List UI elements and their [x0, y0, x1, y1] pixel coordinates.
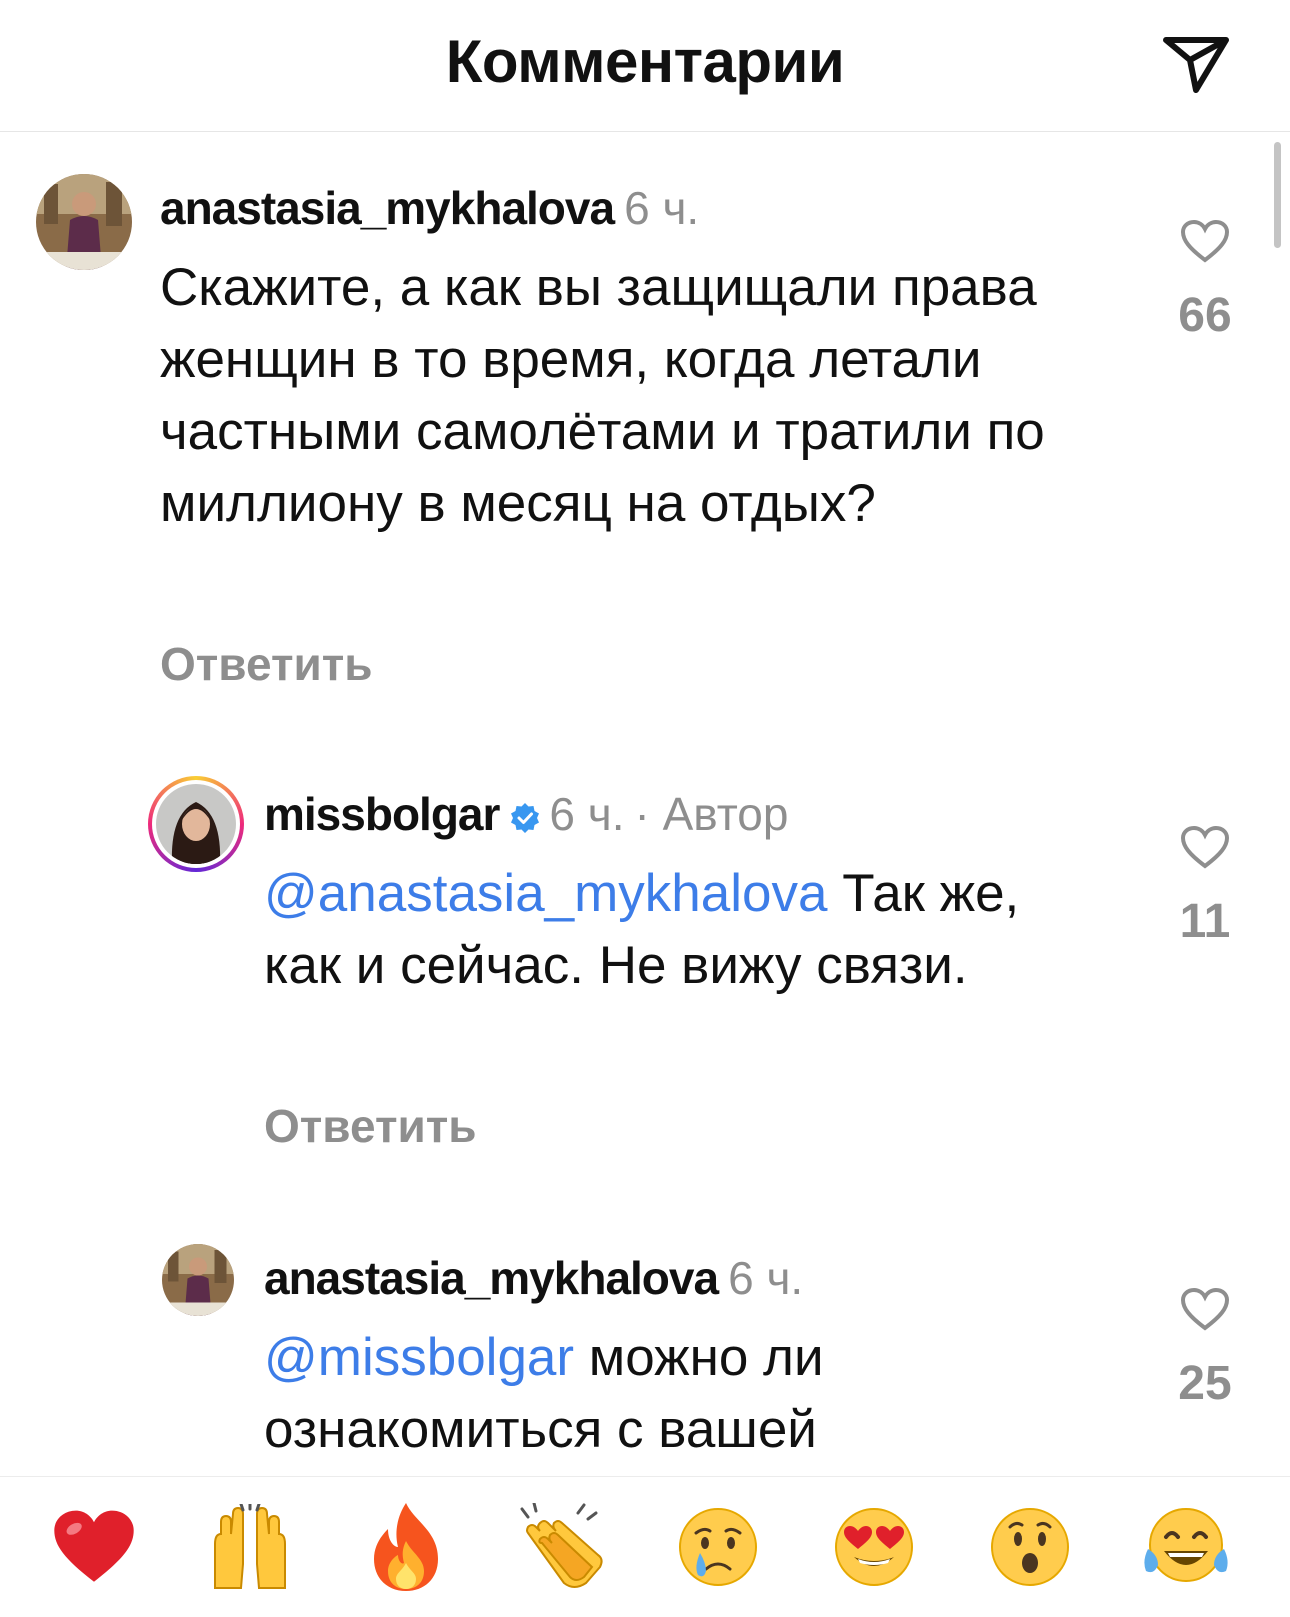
heart-eyes-emoji-button[interactable] [824, 1497, 924, 1597]
heart-eyes-icon [835, 1508, 913, 1586]
comment-text: @missbolgar можно ли ознакомиться с ваше… [264, 1322, 1044, 1466]
like-control: 25 [1150, 1286, 1260, 1412]
raising-hands-emoji-button[interactable] [200, 1497, 300, 1597]
username[interactable]: anastasia_mykhalova [264, 1252, 719, 1304]
raising-hands-icon [214, 1504, 286, 1589]
username[interactable]: missbolgar [264, 788, 500, 840]
heart-emoji-button[interactable] [44, 1497, 144, 1597]
red-heart-icon [54, 1510, 134, 1582]
clapping-hands-icon [520, 1503, 603, 1588]
scrollbar[interactable] [1274, 142, 1281, 248]
like-control: 11 [1150, 824, 1260, 950]
story-ring[interactable] [148, 776, 244, 872]
comment-text: @anastasia_mykhalova Так же, как и сейча… [264, 858, 1044, 1002]
page-title: Комментарии [445, 28, 845, 95]
crying-face-emoji-button[interactable] [668, 1497, 768, 1597]
timestamp: 6 ч. [549, 788, 625, 840]
comment-meta: missbolgar 6 ч. · Автор [264, 786, 788, 842]
mention-link[interactable]: @anastasia_mykhalova [264, 864, 828, 923]
verified-badge-icon [511, 802, 540, 833]
like-control: 66 [1150, 218, 1260, 344]
paper-plane-icon[interactable] [1160, 32, 1232, 96]
crying-face-icon [679, 1508, 757, 1586]
heart-icon[interactable] [1179, 1286, 1231, 1332]
emoji-reaction-bar [0, 1476, 1290, 1617]
like-count: 25 [1178, 1357, 1232, 1410]
heart-icon[interactable] [1179, 218, 1231, 264]
like-count: 66 [1178, 289, 1232, 342]
comment-text-body: Скажите, а как вы защищали права женщин … [160, 258, 1045, 533]
reply-button[interactable]: Ответить [160, 636, 373, 692]
fire-icon [374, 1503, 438, 1591]
surprised-face-icon [991, 1508, 1069, 1586]
tears-of-joy-icon [1144, 1508, 1228, 1582]
author-label: · Автор [634, 788, 789, 840]
mention-link[interactable]: @missbolgar [264, 1328, 574, 1387]
avatar[interactable] [162, 1244, 234, 1316]
comments-header: Комментарии [0, 0, 1290, 132]
avatar[interactable] [36, 174, 132, 270]
comment-meta: anastasia_mykhalova 6 ч. [264, 1250, 803, 1306]
clapping-hands-emoji-button[interactable] [512, 1497, 612, 1597]
fire-emoji-button[interactable] [356, 1497, 456, 1597]
surprised-face-emoji-button[interactable] [980, 1497, 1080, 1597]
timestamp: 6 ч. [624, 182, 700, 234]
comment-text: Скажите, а как вы защищали права женщин … [160, 252, 1120, 540]
username[interactable]: anastasia_mykhalova [160, 182, 615, 234]
tears-of-joy-emoji-button[interactable] [1136, 1497, 1236, 1597]
avatar [156, 784, 236, 864]
heart-icon[interactable] [1179, 824, 1231, 870]
comment-meta: anastasia_mykhalova 6 ч. [160, 180, 699, 236]
reply-button[interactable]: Ответить [264, 1098, 477, 1154]
timestamp: 6 ч. [728, 1252, 804, 1304]
like-count: 11 [1179, 895, 1231, 948]
